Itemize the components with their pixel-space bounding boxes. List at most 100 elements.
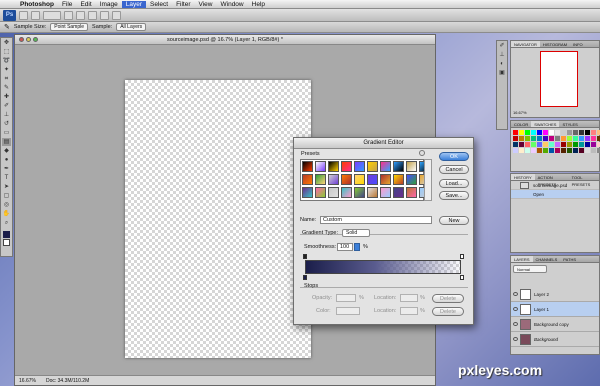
clone-stamp-icon[interactable]: ⊥ [2,111,11,119]
adjustments-panel-icon[interactable]: ◐ [498,60,507,68]
menu-photoshop[interactable]: Photoshop [16,1,58,8]
opacity-stop-right[interactable] [460,254,464,259]
color-swatch[interactable] [573,142,578,147]
cancel-button[interactable]: Cancel [439,165,469,174]
color-swatch[interactable] [525,130,530,135]
presets-menu-icon[interactable] [419,150,425,156]
color-swatch[interactable] [555,130,560,135]
smoothness-stepper[interactable] [354,243,360,251]
crop-tool-icon[interactable]: ⌗ [2,75,11,83]
zoom-readout[interactable]: 16.67% [19,376,36,385]
color-swatch[interactable] [543,136,548,141]
gradient-preset-swatch[interactable] [393,187,404,198]
color-swatch[interactable] [561,142,566,147]
presets-scrollbar[interactable] [424,159,432,201]
marquee-tool-icon[interactable]: ⬚ [2,48,11,56]
eyedropper-icon[interactable]: ✎ [4,23,10,31]
color-swatch[interactable] [537,136,542,141]
color-swatch[interactable] [537,130,542,135]
save-button[interactable]: Save... [439,191,469,200]
gradient-preset-swatch[interactable] [341,174,352,185]
color-swatch[interactable] [579,148,584,153]
blend-mode-select[interactable]: Normal [513,265,547,273]
navigator-preview[interactable] [540,51,578,107]
menu-image[interactable]: Image [96,1,122,8]
color-swatch[interactable] [567,130,572,135]
zoom-window-icon[interactable] [33,37,38,42]
lasso-tool-icon[interactable]: ➰ [2,57,11,65]
minimize-window-icon[interactable] [26,37,31,42]
background-color-swatch[interactable] [3,239,10,246]
gradient-preset-swatch[interactable] [393,161,404,172]
tab-layers[interactable]: LAYERS [511,256,533,262]
color-swatch[interactable] [567,148,572,153]
tab-action-presets[interactable]: ACTION PRESETS [535,174,569,187]
gradient-preset-swatch[interactable] [328,174,339,185]
menu-view[interactable]: View [195,1,217,8]
gradient-preview-bar[interactable] [305,260,461,274]
pen-tool-icon[interactable]: ✒ [2,165,11,173]
color-swatch[interactable] [561,136,566,141]
new-button[interactable]: New [439,216,469,225]
arrange-documents-button[interactable] [100,10,109,20]
color-swatch[interactable] [591,142,596,147]
tab-history[interactable]: HISTORY [511,174,535,180]
color-swatch[interactable] [561,148,566,153]
layer-row-selected[interactable]: Layer 1 [511,302,599,317]
color-swatch[interactable] [531,148,536,153]
history-brush-icon[interactable]: ↺ [2,120,11,128]
tab-styles[interactable]: STYLES [559,121,580,127]
color-swatch[interactable] [579,136,584,141]
color-swatch[interactable] [531,142,536,147]
brushes-panel-icon[interactable]: ✐ [498,42,507,50]
color-swatch[interactable] [519,142,524,147]
gradient-preset-swatch[interactable] [341,187,352,198]
move-tool-icon[interactable]: ✥ [2,39,11,47]
eraser-tool-icon[interactable]: ▭ [2,129,11,137]
gradient-preset-swatch[interactable] [406,174,417,185]
path-selection-icon[interactable]: ➤ [2,183,11,191]
color-swatch[interactable] [585,148,590,153]
visibility-eye-icon[interactable] [513,307,518,311]
menu-help[interactable]: Help [248,1,269,8]
eyedropper-tool-icon[interactable]: ✎ [2,84,11,92]
color-swatch[interactable] [585,136,590,141]
gradient-preset-swatch[interactable] [315,174,326,185]
color-swatch[interactable] [591,148,596,153]
gradient-preset-swatch[interactable] [380,174,391,185]
color-swatch[interactable] [543,142,548,147]
zoom-tool-icon[interactable]: ⌕ [2,219,11,227]
color-swatch[interactable] [591,130,596,135]
color-swatch[interactable] [519,130,524,135]
history-item-open[interactable]: Open [511,190,599,199]
dodge-tool-icon[interactable]: ● [2,156,11,164]
color-swatch[interactable] [537,148,542,153]
gradient-preset-swatch[interactable] [315,187,326,198]
opacity-delete-button[interactable]: Delete [432,294,464,303]
color-swatch[interactable] [585,130,590,135]
healing-brush-icon[interactable]: ✚ [2,93,11,101]
tab-paths[interactable]: PATHS [560,256,579,262]
color-swatch[interactable] [573,130,578,135]
color-swatch[interactable] [555,148,560,153]
gradient-preset-swatch[interactable] [302,161,313,172]
name-field[interactable]: Custom [320,216,432,224]
visibility-eye-icon[interactable] [513,322,518,326]
gradient-preset-swatch[interactable] [393,174,404,185]
layer-row[interactable]: Background copy [511,317,599,332]
color-swatch[interactable] [561,130,566,135]
hand-tool-icon[interactable]: ✋ [2,210,11,218]
color-swatch-field[interactable] [336,307,360,315]
color-swatch[interactable] [513,148,518,153]
color-swatch[interactable] [549,136,554,141]
color-swatch[interactable] [555,142,560,147]
color-swatch[interactable] [519,148,524,153]
3d-rotate-icon[interactable]: ◎ [2,201,11,209]
color-swatch[interactable] [573,148,578,153]
navigator-zoom[interactable]: 16.67% [513,110,527,115]
gradient-preset-swatch[interactable] [367,174,378,185]
opacity-field[interactable] [336,294,356,302]
gradient-preset-swatch[interactable] [302,174,313,185]
color-swatch[interactable] [525,148,530,153]
layer-row[interactable]: Background [511,332,599,347]
